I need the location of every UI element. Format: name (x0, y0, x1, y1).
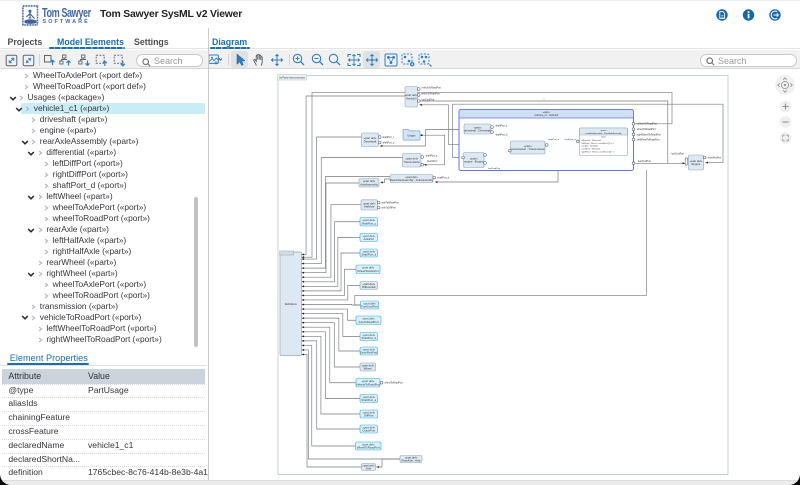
svg-text:Wheel: Wheel (364, 367, 372, 371)
svg-text:RearAxle : Axle: RearAxle : Axle (401, 459, 421, 463)
svg-text:rightWheelToRoadPort: rightWheelToRoadPort (637, 133, 661, 136)
svg-text:Usages: Usages (407, 135, 416, 138)
svg-text:ClutchPort: ClutchPort (362, 429, 375, 433)
svg-text:Differential: Differential (362, 285, 376, 289)
svg-text:Driveshaft: Driveshaft (364, 139, 377, 143)
svg-text:WheelToRoadPort: WheelToRoadPort (357, 446, 380, 450)
svg-text:Definitions: Definitions (285, 302, 298, 306)
svg-text:ShaftPort_a: ShaftPort_a (361, 398, 376, 402)
svg-text:DriveRedPort: DriveRedPort (360, 351, 377, 355)
svg-text:vehicle1_c1 : Vehicle3: vehicle1_c1 : Vehicle3 (534, 114, 558, 117)
svg-text:ShaftPort_d: ShaftPort_d (361, 253, 376, 257)
svg-text:DiffPort: DiffPort (364, 414, 373, 418)
svg-text:wheelToRoadPort: wheelToRoadPort (637, 128, 656, 131)
svg-text:FuelCmdPort: FuelCmdPort (361, 305, 378, 309)
svg-text:transmission : Transmission: transmission : Transmission (510, 147, 545, 151)
svg-text:VehicleToRoadPort: VehicleToRoadPort (356, 382, 380, 386)
svg-text:WheelToAxlePort: WheelToAxlePort (357, 269, 379, 273)
svg-text:Vehicle3: Vehicle3 (406, 96, 417, 100)
svg-text:Transmission: Transmission (403, 160, 420, 164)
svg-text:HalfAxle: HalfAxle (364, 205, 375, 209)
svg-text:RearAxleAssembly : AxleAssembl: RearAxleAssembly : AxleAssembly (390, 178, 434, 182)
svg-text:«part»: «part» (543, 111, 550, 114)
svg-text:vehicleToRoadPort: vehicleToRoadPort (637, 123, 657, 126)
svg-text:AxlePort: AxlePort (363, 237, 374, 241)
svg-text:AxleToRoadPort: AxleToRoadPort (358, 320, 378, 324)
svg-text:driveshaft : Driveshaft: driveshaft : Driveshaft (464, 129, 491, 133)
svg-text:Engine: Engine (692, 162, 701, 166)
svg-text:3a-Parts Interconnection: 3a-Parts Interconnection (279, 77, 306, 80)
svg-text:ShaftPort_b: ShaftPort_b (361, 336, 376, 340)
svg-text:Axle: Axle (366, 467, 372, 471)
svg-text:AxleAssembly: AxleAssembly (360, 182, 378, 186)
svg-text:engine : Engine: engine : Engine (464, 160, 484, 164)
svg-text:ShaftPort_c: ShaftPort_c (361, 221, 376, 225)
svg-text:leftWheelToRoadPort: leftWheelToRoadPort (637, 138, 660, 141)
